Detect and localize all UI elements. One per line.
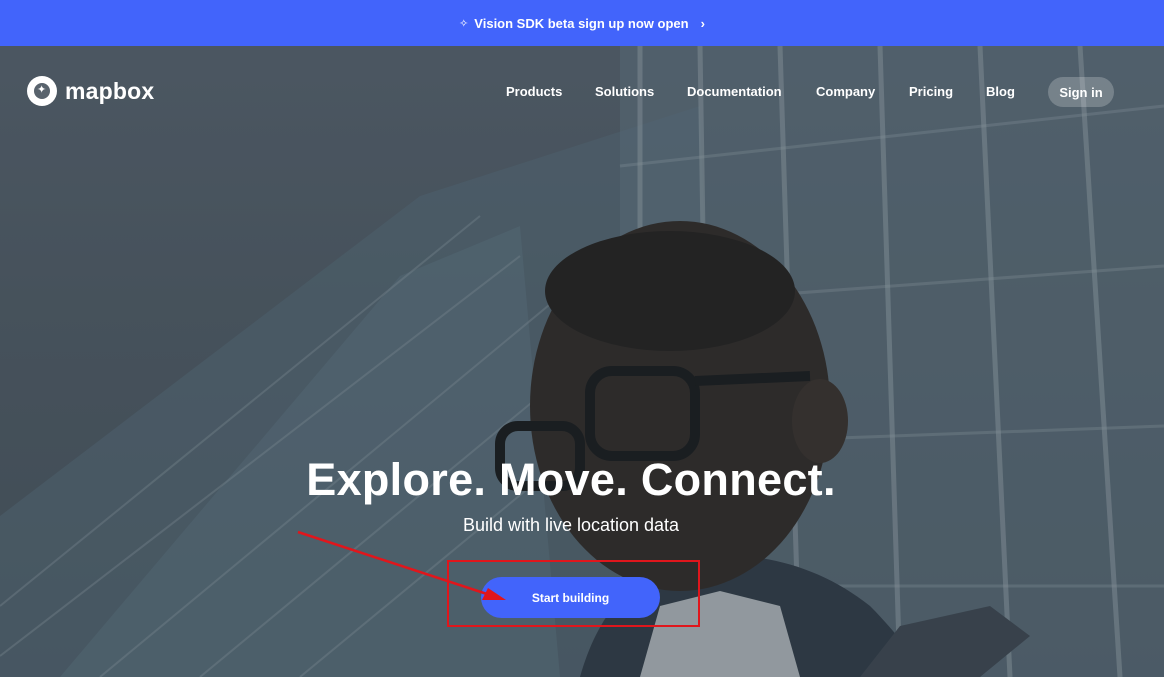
annotation-arrow	[297, 530, 506, 600]
